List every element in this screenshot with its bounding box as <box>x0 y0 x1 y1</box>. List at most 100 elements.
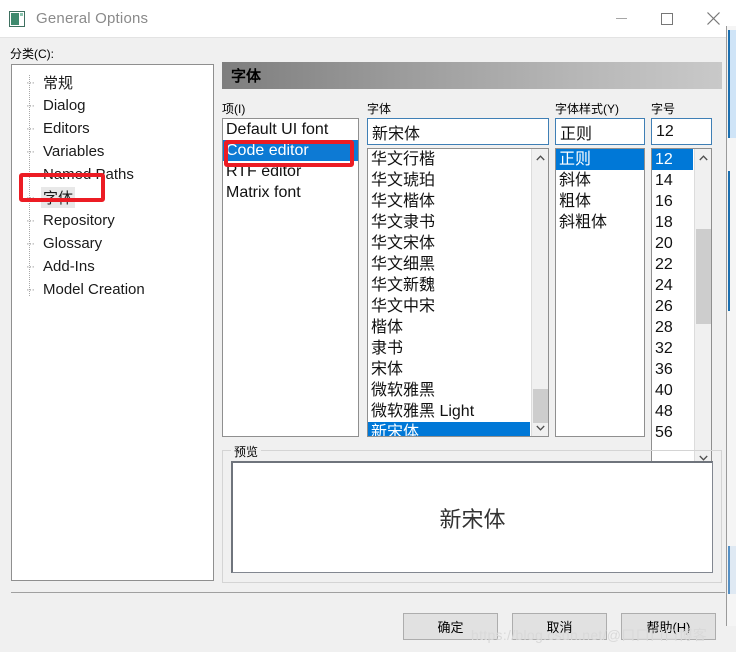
button-bar-separator <box>11 592 725 593</box>
minimize-button[interactable] <box>598 0 644 37</box>
scroll-up-icon[interactable] <box>532 149 548 166</box>
list-item[interactable]: 20 <box>652 233 693 254</box>
list-item[interactable]: 华文琥珀 <box>368 170 530 191</box>
item-listbox[interactable]: Default UI font Code editor RTF editor M… <box>222 118 359 437</box>
font-listbox[interactable]: 华文行楷 华文琥珀 华文楷体 华文隶书 华文宋体 华文细黑 华文新魏 华文中宋 … <box>367 148 549 437</box>
list-item[interactable]: 微软雅黑 Light <box>368 401 530 422</box>
tree-branch-icon: ··· <box>26 260 35 273</box>
tree-branch-icon: ··· <box>26 76 35 89</box>
style-listbox[interactable]: 正则 斜体 粗体 斜粗体 <box>555 148 645 437</box>
list-item[interactable]: 华文隶书 <box>368 212 530 233</box>
tree-item-fonts[interactable]: ··· 字体 <box>12 186 213 209</box>
list-item[interactable]: 斜体 <box>556 170 644 191</box>
tree-item-label: Dialog <box>43 97 86 114</box>
list-item[interactable]: 华文细黑 <box>368 254 530 275</box>
tree-item-model-creation[interactable]: ··· Model Creation <box>12 278 213 301</box>
list-item[interactable]: 56 <box>652 422 693 443</box>
list-item[interactable]: 宋体 <box>368 359 530 380</box>
list-item[interactable]: 华文行楷 <box>368 149 530 170</box>
font-name-value: 新宋体 <box>372 125 421 143</box>
tree-branch-icon: ··· <box>26 214 35 227</box>
list-item[interactable]: 粗体 <box>556 191 644 212</box>
list-item[interactable]: 华文楷体 <box>368 191 530 212</box>
close-icon <box>706 12 720 25</box>
list-item[interactable]: 华文中宋 <box>368 296 530 317</box>
font-column-label: 字体 <box>367 102 392 116</box>
list-item[interactable]: 斜粗体 <box>556 212 644 233</box>
scroll-thumb[interactable] <box>533 389 548 423</box>
tree-item-label: 常规 <box>43 75 74 92</box>
scroll-up-icon[interactable] <box>695 149 711 166</box>
list-item[interactable]: 华文宋体 <box>368 233 530 254</box>
list-item[interactable]: 22 <box>652 254 693 275</box>
tree-item-dialog[interactable]: ··· Dialog <box>12 94 213 117</box>
tree-branch-icon: ··· <box>26 191 35 204</box>
tree-item-glossary[interactable]: ··· Glossary <box>12 232 213 255</box>
title-bar: General Options <box>0 0 736 38</box>
list-item[interactable]: 48 <box>652 401 693 422</box>
list-item[interactable]: 28 <box>652 317 693 338</box>
list-item[interactable]: Default UI font <box>223 119 358 140</box>
list-item[interactable]: 40 <box>652 380 693 401</box>
list-item[interactable]: Matrix font <box>223 182 358 203</box>
list-item[interactable]: 微软雅黑 <box>368 380 530 401</box>
preview-text: 新宋体 <box>439 507 506 533</box>
preview-box: 新宋体 <box>231 461 713 573</box>
item-column-label: 项(I) <box>222 102 246 116</box>
size-listbox[interactable]: 12 14 16 18 20 22 24 26 28 32 36 40 48 5… <box>651 148 712 467</box>
minimize-icon <box>615 18 627 19</box>
list-item[interactable]: 16 <box>652 191 693 212</box>
cancel-button[interactable]: 取消 <box>512 613 607 640</box>
sliver-segment <box>728 171 736 311</box>
tree-item-named-paths[interactable]: ··· Named Paths <box>12 163 213 186</box>
preview-group-label: 预览 <box>231 443 262 460</box>
list-item[interactable]: 14 <box>652 170 693 191</box>
ok-button[interactable]: 确定 <box>403 613 498 640</box>
list-item[interactable]: 36 <box>652 359 693 380</box>
list-item[interactable]: RTF editor <box>223 161 358 182</box>
tree-item-label: Named Paths <box>43 166 134 183</box>
scroll-down-icon[interactable] <box>532 419 548 436</box>
tree-item-general[interactable]: ··· 常规 <box>12 71 213 94</box>
app-icon <box>9 10 25 27</box>
window-title: General Options <box>36 10 149 27</box>
font-style-input[interactable]: 正则 <box>555 118 645 145</box>
tree-item-label: Repository <box>43 212 115 229</box>
tree-branch-icon: ··· <box>26 237 35 250</box>
list-item[interactable]: 26 <box>652 296 693 317</box>
list-item[interactable]: 新宋体 <box>368 422 530 436</box>
section-header-title: 字体 <box>231 68 262 85</box>
tree-item-label: Variables <box>43 143 105 160</box>
font-list-scrollbar[interactable] <box>531 149 548 436</box>
tree-item-variables[interactable]: ··· Variables <box>12 140 213 163</box>
tree-item-editors[interactable]: ··· Editors <box>12 117 213 140</box>
font-settings-pane: 字体 项(I) Default UI font Code editor RTF … <box>222 62 725 583</box>
tree-item-label: Add-Ins <box>43 258 95 275</box>
tree-branch-icon: ··· <box>26 99 35 112</box>
list-item[interactable]: 楷体 <box>368 317 530 338</box>
tree-branch-icon: ··· <box>26 168 35 181</box>
ok-button-label: 确定 <box>437 620 464 635</box>
list-item[interactable]: 24 <box>652 275 693 296</box>
font-size-input[interactable]: 12 <box>651 118 712 145</box>
tree-item-label: Model Creation <box>43 281 145 298</box>
list-item[interactable]: 隶书 <box>368 338 530 359</box>
list-item[interactable]: 华文新魏 <box>368 275 530 296</box>
list-item[interactable]: 正则 <box>556 149 644 170</box>
scroll-thumb[interactable] <box>696 229 711 324</box>
category-tree[interactable]: ··· 常规 ··· Dialog ··· Editors ··· Variab… <box>11 64 214 581</box>
list-item[interactable]: 12 <box>652 149 693 170</box>
help-button[interactable]: 帮助(H) <box>621 613 716 640</box>
list-item[interactable]: 32 <box>652 338 693 359</box>
tree-item-add-ins[interactable]: ··· Add-Ins <box>12 255 213 278</box>
list-item[interactable]: Code editor <box>223 140 358 161</box>
font-name-input[interactable]: 新宋体 <box>367 118 549 145</box>
maximize-button[interactable] <box>644 0 690 37</box>
tree-item-repository[interactable]: ··· Repository <box>12 209 213 232</box>
tree-item-label: Glossary <box>43 235 103 252</box>
preview-group: 预览 新宋体 <box>222 443 722 583</box>
size-list-scrollbar[interactable] <box>694 149 711 466</box>
tree-item-label: Editors <box>43 120 90 137</box>
background-panel-sliver <box>726 26 736 626</box>
list-item[interactable]: 18 <box>652 212 693 233</box>
